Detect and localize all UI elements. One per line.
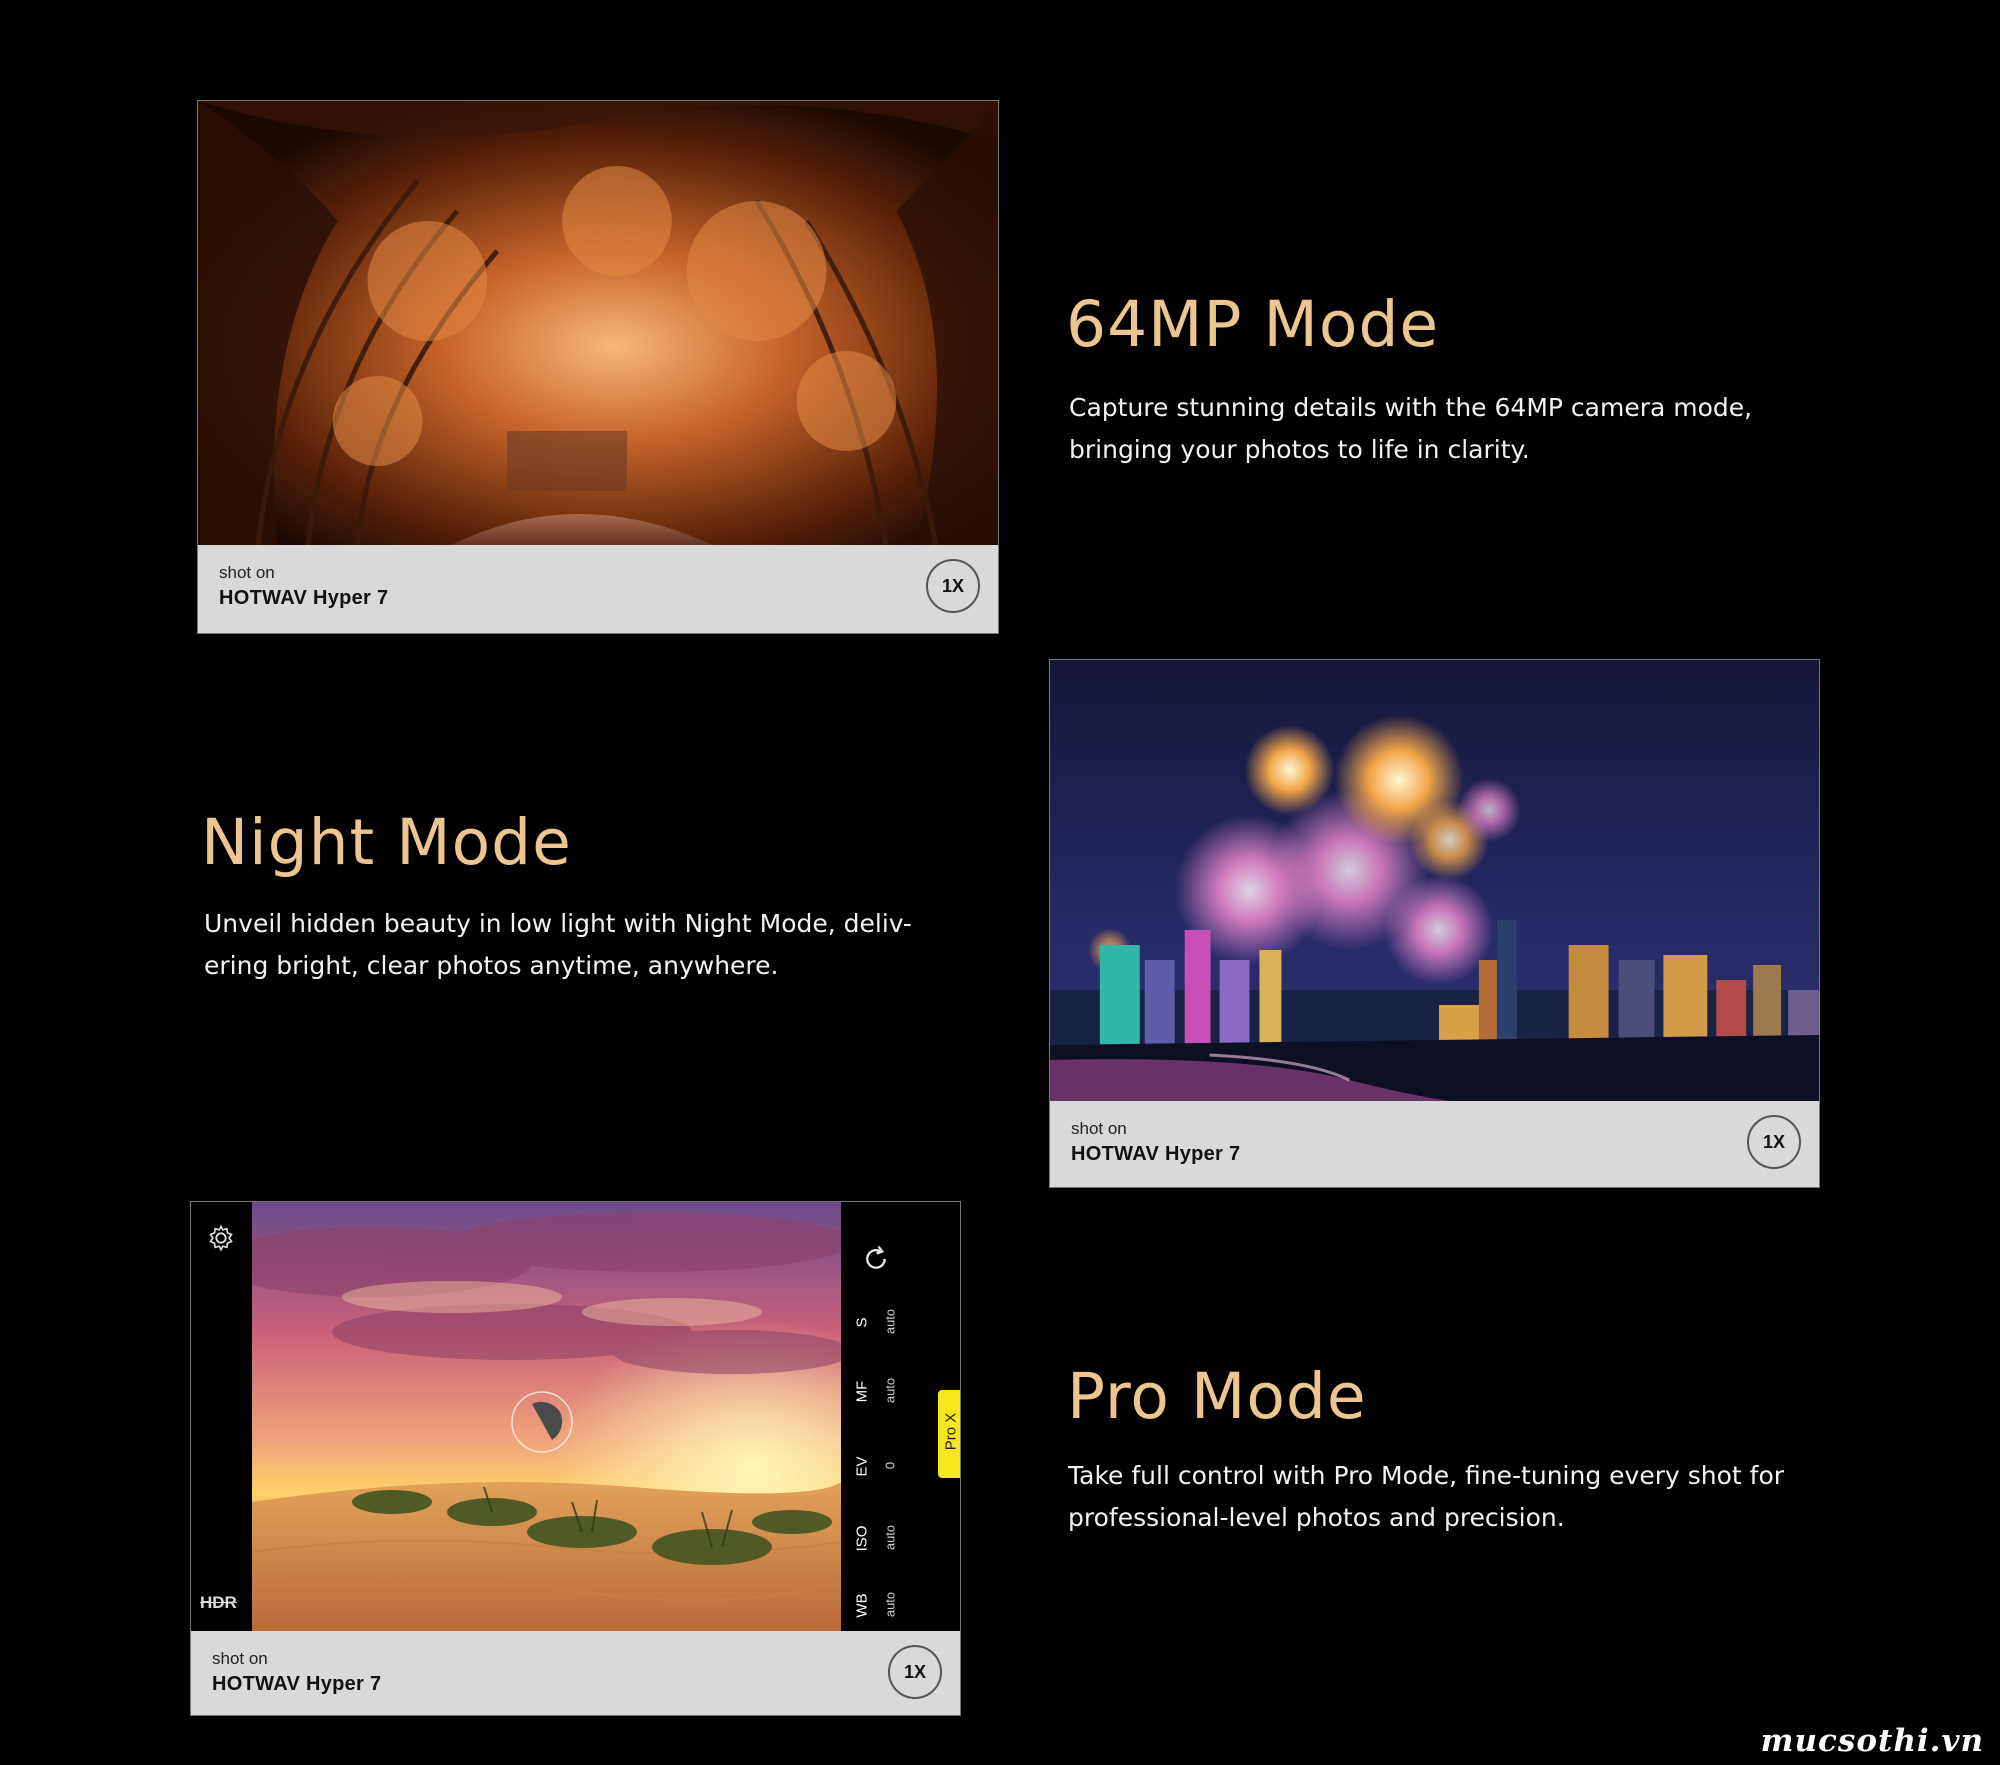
pro-mode-chip[interactable]: Pro X xyxy=(938,1390,960,1478)
section-description-pro-mode: Take full control with Pro Mode, fine-tu… xyxy=(1068,1461,1785,1532)
pro-mode-chip-label: Pro X xyxy=(942,1412,960,1451)
param-label-focus[interactable]: MF xyxy=(854,1357,871,1427)
shot-on-label: shot on xyxy=(219,563,275,582)
device-model-label: HOTWAV Hyper 7 xyxy=(1071,1143,1241,1165)
param-label-iso[interactable]: ISO xyxy=(854,1504,871,1574)
zoom-level-button[interactable]: 1X xyxy=(926,559,980,613)
section-title-pro-mode: Pro Mode xyxy=(1067,1360,1367,1433)
photo-caption: shot on HOTWAV Hyper 7 1X xyxy=(191,1631,960,1715)
sample-photo-city-fireworks xyxy=(1050,660,1819,1103)
camera-left-toolbar: HDR xyxy=(191,1202,252,1633)
site-watermark: mucsothi.vn xyxy=(1760,1723,1984,1759)
shot-on-label: shot on xyxy=(1071,1119,1127,1138)
section-title-64mp-mode: 64MP Mode xyxy=(1066,288,1440,361)
param-label-shutter[interactable]: S xyxy=(854,1288,871,1358)
section-description-night-mode: Unveil hidden beauty in low light with N… xyxy=(204,909,912,980)
photo-caption: shot on HOTWAV Hyper 7 1X xyxy=(198,545,998,633)
param-value-ev: 0 xyxy=(882,1461,898,1470)
refresh-icon[interactable] xyxy=(861,1244,891,1274)
photo-card-64mp: shot on HOTWAV Hyper 7 1X xyxy=(197,100,999,634)
device-model-label: HOTWAV Hyper 7 xyxy=(212,1673,382,1695)
param-value-shutter: auto xyxy=(882,1308,898,1335)
photo-card-night-mode: shot on HOTWAV Hyper 7 1X xyxy=(1049,659,1820,1188)
sample-photo-autumn-bamboo xyxy=(198,101,998,547)
camera-pro-mode-screenshot: HDR S auto MF auto EV 0 ISO auto WB auto… xyxy=(191,1202,960,1633)
zoom-level-button[interactable]: 1X xyxy=(1747,1115,1801,1169)
param-value-wb: auto xyxy=(882,1591,898,1618)
camera-viewfinder-desert-sunset xyxy=(252,1202,841,1633)
param-label-ev[interactable]: EV xyxy=(854,1432,871,1502)
camera-right-controls: S auto MF auto EV 0 ISO auto WB auto Pro… xyxy=(841,1202,960,1633)
photo-caption: shot on HOTWAV Hyper 7 1X xyxy=(1050,1101,1819,1187)
focus-ring-icon[interactable] xyxy=(502,1382,582,1462)
zoom-level-button[interactable]: 1X xyxy=(888,1645,942,1699)
device-model-label: HOTWAV Hyper 7 xyxy=(219,587,389,609)
param-value-focus: auto xyxy=(882,1377,898,1404)
param-label-wb[interactable]: WB xyxy=(854,1571,871,1634)
photo-card-pro-mode: HDR S auto MF auto EV 0 ISO auto WB auto… xyxy=(190,1201,961,1716)
section-title-night-mode: Night Mode xyxy=(201,806,572,879)
gear-icon[interactable] xyxy=(207,1224,235,1252)
param-value-iso: auto xyxy=(882,1524,898,1551)
hdr-toggle[interactable]: HDR xyxy=(200,1593,237,1613)
section-description-64mp-mode: Capture stunning details with the 64MP c… xyxy=(1069,393,1753,464)
shot-on-label: shot on xyxy=(212,1649,268,1668)
